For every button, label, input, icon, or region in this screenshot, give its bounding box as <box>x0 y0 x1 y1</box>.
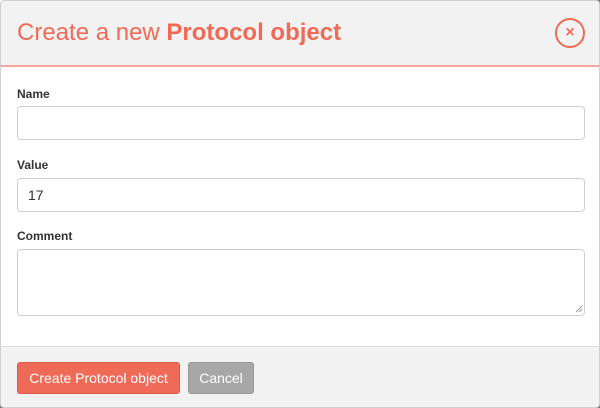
dialog-title: Create a new Protocol object <box>17 19 341 47</box>
close-button[interactable]: × <box>555 18 585 48</box>
create-protocol-dialog: Create a new Protocol object × Name Valu… <box>0 0 600 408</box>
comment-label: Comment <box>17 229 73 243</box>
dialog-title-prefix: Create a new <box>17 19 167 46</box>
dialog-body: Name Value Comment <box>1 69 599 345</box>
resize-grip-icon[interactable] <box>573 303 583 313</box>
dialog-header: Create a new Protocol object × <box>1 1 599 67</box>
name-label: Name <box>17 87 50 101</box>
close-icon: × <box>565 24 575 41</box>
cancel-button[interactable]: Cancel <box>188 362 254 394</box>
value-label: Value <box>17 158 49 172</box>
value-field[interactable] <box>17 178 585 212</box>
name-field[interactable] <box>17 106 585 140</box>
comment-field[interactable] <box>17 249 585 316</box>
dialog-footer: Create Protocol object Cancel <box>1 346 599 407</box>
dialog-title-object: Protocol object <box>166 19 342 46</box>
create-protocol-object-button[interactable]: Create Protocol object <box>17 362 180 394</box>
